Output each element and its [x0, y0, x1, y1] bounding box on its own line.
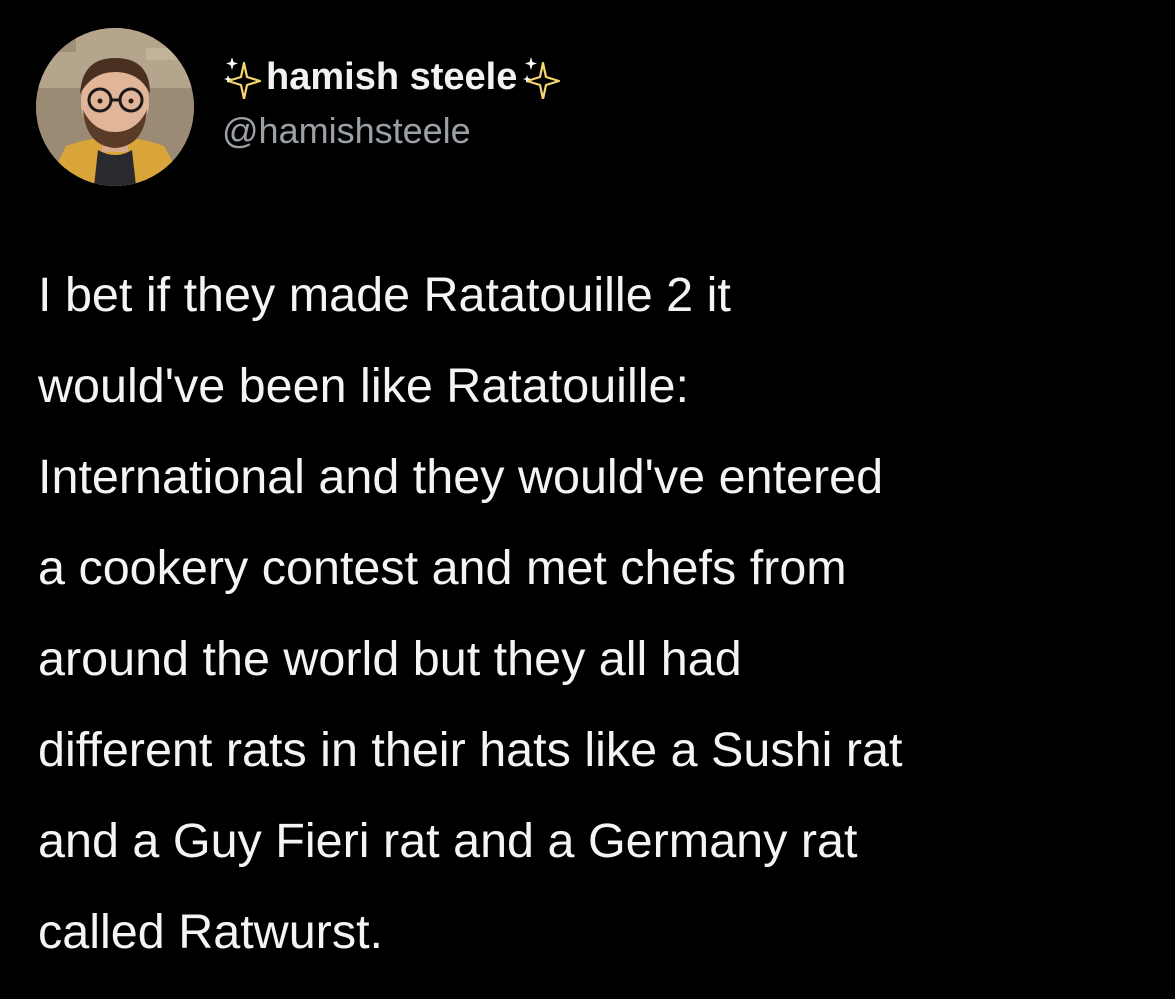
tweet-text-line: called Ratwurst.: [38, 905, 384, 959]
display-name[interactable]: hamish steele: [262, 56, 521, 99]
tweet-text-line: a cookery contest and met chefs from: [38, 541, 847, 595]
tweet-card: hamish steele @hamishsteele I bet if the…: [0, 0, 1175, 999]
tweet-text-line: and a Guy Fieri rat and a Germany rat: [38, 814, 858, 868]
user-handle[interactable]: @hamishsteele: [222, 110, 561, 152]
tweet-text-line: I bet if they made Ratatouille 2 it: [38, 268, 731, 322]
sparkles-icon: [222, 55, 262, 101]
tweet-text-line: International and they would've entered: [38, 450, 884, 504]
display-name-row[interactable]: hamish steele: [222, 52, 561, 102]
avatar[interactable]: [36, 28, 194, 186]
tweet-text-line: different rats in their hats like a Sush…: [38, 723, 903, 777]
tweet-text-line: would've been like Ratatouille:: [38, 359, 689, 413]
tweet-header: hamish steele @hamishsteele: [222, 52, 561, 152]
tweet-text-line: around the world but they all had: [38, 632, 742, 686]
sparkles-icon: [521, 55, 561, 101]
tweet-text: I bet if they made Ratatouille 2 it woul…: [38, 250, 1158, 978]
